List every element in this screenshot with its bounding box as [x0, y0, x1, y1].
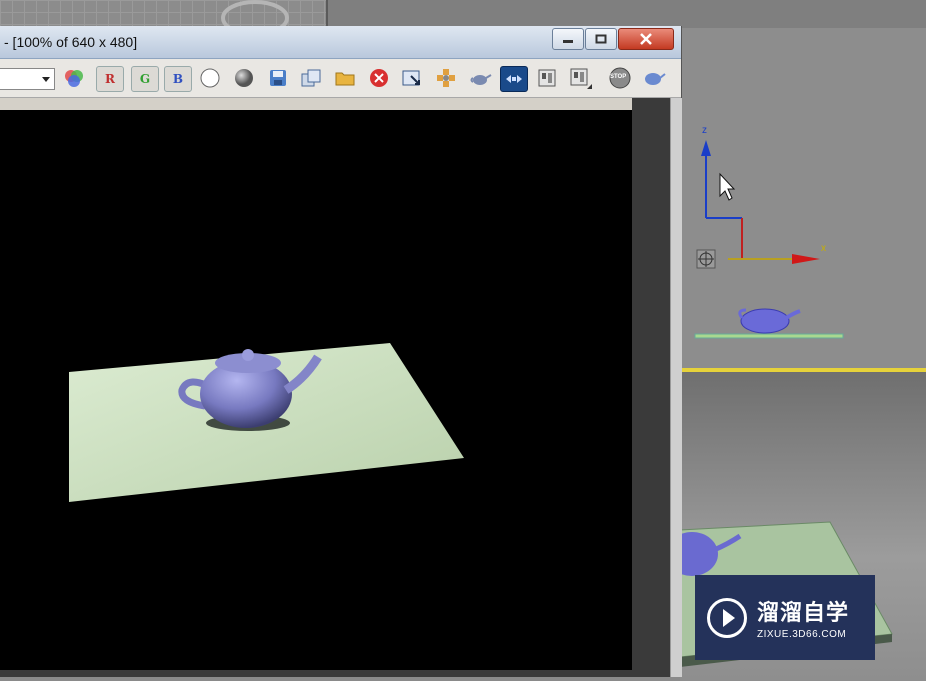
open-folder-icon — [335, 72, 355, 86]
channel-display-icon — [570, 68, 592, 89]
blue-channel-toggle[interactable]: B — [164, 66, 192, 92]
minimize-button[interactable] — [552, 28, 584, 50]
minimize-icon — [563, 40, 573, 43]
chevron-down-icon — [42, 77, 50, 82]
viewcube-icon[interactable] — [215, 0, 295, 28]
close-button[interactable] — [618, 28, 674, 50]
rendered-frame-window[interactable]: - [100% of 640 x 480] R G B STOP — [0, 26, 682, 677]
red-channel-toggle[interactable]: R — [96, 66, 124, 92]
stop-button[interactable]: STOP — [607, 66, 633, 90]
clone-window-icon — [301, 69, 321, 87]
blowup-icon — [437, 69, 455, 87]
z-axis-arrow-icon — [701, 140, 711, 156]
print-icon — [538, 69, 556, 87]
region-button[interactable] — [399, 66, 425, 90]
window-title: - [100% of 640 x 480] — [4, 34, 138, 50]
clear-button[interactable] — [366, 66, 392, 90]
watermark-title: 溜溜自学 — [757, 600, 850, 625]
render-toolbar: R G B STOP — [0, 59, 681, 98]
close-icon — [640, 33, 652, 45]
white-alpha-icon — [200, 68, 220, 88]
stop-label: STOP — [610, 74, 627, 80]
save-image-icon — [270, 70, 286, 86]
teapot-render-button[interactable] — [467, 66, 493, 90]
watermark: 溜溜自学 ZIXUE.3D66.COM — [695, 575, 875, 660]
open-button[interactable] — [332, 66, 358, 90]
axis-x-label: x — [821, 243, 826, 254]
vertical-scrollbar[interactable] — [670, 98, 682, 677]
region-icon — [402, 70, 420, 86]
rendered-image — [69, 343, 464, 502]
save-image-button[interactable] — [265, 66, 291, 90]
render-button[interactable] — [641, 66, 667, 90]
blowup-button[interactable] — [433, 66, 459, 90]
window-titlebar[interactable]: - [100% of 640 x 480] — [0, 26, 681, 59]
red-channel-label: R — [105, 72, 115, 86]
print-button[interactable] — [534, 66, 560, 90]
blue-channel-label: B — [172, 72, 184, 86]
mono-icon — [235, 69, 253, 87]
monochrome-button[interactable] — [231, 66, 257, 90]
color-channels-icon — [65, 70, 83, 87]
axis-z-label: z — [702, 125, 707, 136]
render-setup-button[interactable] — [500, 66, 528, 92]
channel-display-button[interactable] — [568, 66, 594, 90]
color-channels-button[interactable] — [61, 66, 87, 90]
axis-gizmo — [694, 140, 844, 339]
maximize-button[interactable] — [585, 28, 617, 50]
x-axis-arrow-icon — [792, 254, 820, 264]
canvas-border — [632, 98, 670, 677]
play-logo-icon — [707, 597, 747, 638]
viewport-right[interactable]: z x — [680, 28, 926, 368]
channel-dropdown[interactable] — [0, 68, 55, 90]
render-setup-icon — [506, 75, 522, 83]
display-alpha-button[interactable] — [197, 66, 223, 90]
teapot-render-icon — [470, 74, 492, 85]
canvas-border-bottom — [0, 670, 632, 677]
green-channel-toggle[interactable]: G — [131, 66, 159, 92]
watermark-subtitle: ZIXUE.3D66.COM — [757, 629, 847, 640]
clone-window-button[interactable] — [298, 66, 324, 90]
clear-icon — [370, 69, 388, 87]
maximize-icon — [595, 34, 607, 44]
cursor-icon — [719, 172, 736, 201]
render-canvas[interactable] — [0, 110, 632, 670]
render-icon — [645, 73, 666, 85]
green-channel-label: G — [139, 72, 151, 86]
